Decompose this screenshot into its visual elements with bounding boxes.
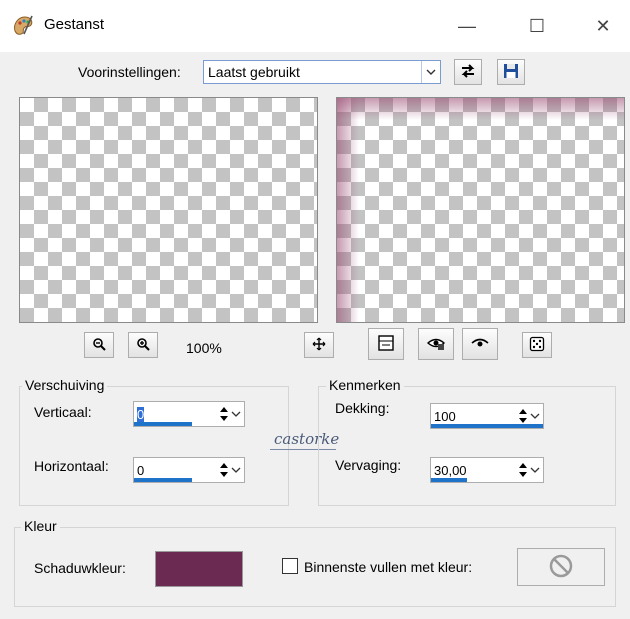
spin-chevron-icon[interactable] xyxy=(517,458,543,482)
zoom-out-button[interactable] xyxy=(84,332,114,358)
floppy-disk-icon xyxy=(503,63,519,82)
fill-inside-checkbox[interactable] xyxy=(282,558,298,574)
presets-dropdown[interactable]: Laatst gebruikt xyxy=(203,60,441,84)
horizontal-input[interactable]: 0 xyxy=(133,457,245,483)
presets-selected-value: Laatst gebruikt xyxy=(208,64,300,80)
properties-group-label: Kenmerken xyxy=(326,377,404,393)
spin-chevron-icon[interactable] xyxy=(218,458,244,482)
color-group-label: Kleur xyxy=(21,518,60,534)
shadow-color-swatch[interactable] xyxy=(155,551,243,587)
horizontal-label: Horizontaal: xyxy=(34,458,109,474)
horizontal-slider-bar[interactable] xyxy=(134,478,192,482)
vertical-slider-bar[interactable] xyxy=(134,422,192,426)
opacity-label: Dekking: xyxy=(335,400,390,416)
fill-color-swatch[interactable] xyxy=(517,548,605,586)
blur-slider-bar[interactable] xyxy=(431,478,467,482)
preview-on-image-toggle[interactable] xyxy=(368,328,404,360)
pan-button[interactable] xyxy=(304,332,334,358)
maximize-button[interactable]: ☐ xyxy=(514,10,560,42)
shadow-color-label: Schaduwkleur: xyxy=(34,560,126,576)
save-preset-button[interactable] xyxy=(497,59,525,85)
vertical-label: Verticaal: xyxy=(34,404,92,420)
fill-inside-label: Binnenste vullen met kleur: xyxy=(304,559,473,575)
chevron-down-icon[interactable] xyxy=(421,61,440,83)
spin-chevron-icon[interactable] xyxy=(517,404,543,428)
preview-window-icon xyxy=(377,334,395,355)
blur-label: Vervaging: xyxy=(335,457,402,473)
horizontal-value: 0 xyxy=(137,463,145,478)
minimize-button[interactable]: — xyxy=(444,10,490,42)
eye-lock-icon xyxy=(426,335,446,354)
auto-proof-toggle[interactable] xyxy=(418,328,454,360)
shadow-left-edge xyxy=(337,98,359,322)
reset-defaults-button[interactable] xyxy=(454,59,482,85)
opacity-value: 100 xyxy=(434,409,456,424)
offset-group-label: Verschuiving xyxy=(22,377,108,393)
shadow-top-edge xyxy=(337,98,624,120)
blur-input[interactable]: 30,00 xyxy=(430,457,544,483)
close-button[interactable]: ✕ xyxy=(580,10,626,42)
dice-icon xyxy=(529,336,545,355)
result-preview[interactable] xyxy=(336,97,625,323)
proof-button[interactable] xyxy=(462,328,498,360)
app-palette-icon xyxy=(12,14,34,36)
original-preview[interactable] xyxy=(19,97,318,323)
eye-icon xyxy=(470,336,490,353)
blur-value: 30,00 xyxy=(434,463,467,478)
zoom-in-icon xyxy=(136,337,150,354)
vertical-value: 0 xyxy=(137,407,145,422)
reset-arrows-icon xyxy=(459,63,477,82)
window-title: Gestanst xyxy=(44,16,105,33)
zoom-in-button[interactable] xyxy=(128,332,158,358)
presets-label: Voorinstellingen: xyxy=(78,64,181,80)
move-arrows-icon xyxy=(312,337,326,354)
randomize-button[interactable] xyxy=(522,332,552,358)
no-color-icon xyxy=(547,552,575,583)
zoom-level: 100% xyxy=(186,340,222,356)
vertical-input[interactable]: 0 xyxy=(133,401,245,427)
opacity-input[interactable]: 100 xyxy=(430,403,544,429)
spin-chevron-icon[interactable] xyxy=(218,402,244,426)
zoom-out-icon xyxy=(92,337,106,354)
